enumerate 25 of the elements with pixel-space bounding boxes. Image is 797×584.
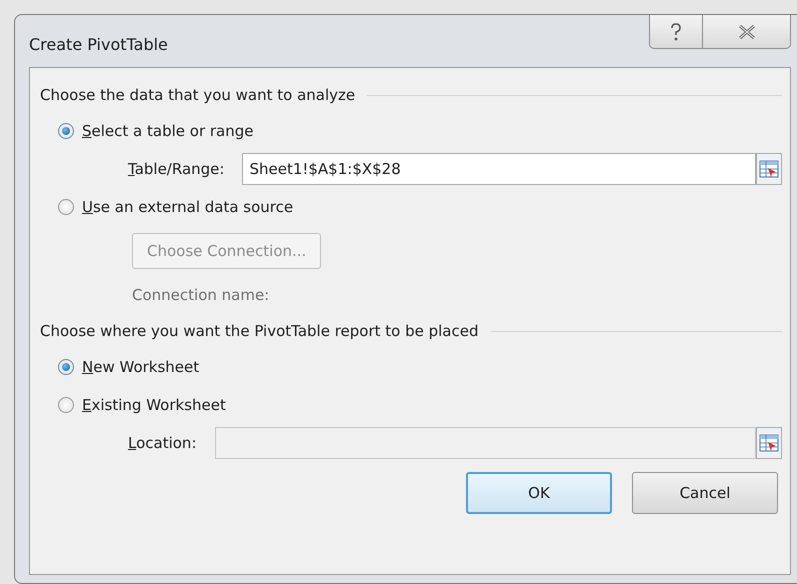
close-icon (738, 24, 756, 40)
radio-label[interactable]: Existing Worksheet (82, 396, 226, 414)
help-button[interactable] (649, 15, 703, 49)
section-heading: Choose the data that you want to analyze (40, 86, 356, 104)
connection-name-label: Connection name: (132, 286, 270, 304)
radio-label[interactable]: Use an external data source (82, 198, 294, 216)
dialog-button[interactable]: Cancel (632, 472, 778, 514)
grid-arrow-icon (759, 160, 779, 178)
range-field[interactable]: Sheet1!$A$1:$X$28 (242, 153, 756, 185)
grid-arrow-icon (759, 434, 779, 452)
radio-button[interactable] (58, 123, 74, 139)
help-icon (669, 22, 683, 42)
section-heading: Choose where you want the PivotTable report to be placed (40, 322, 478, 340)
close-button[interactable] (703, 15, 791, 49)
radio-button[interactable] (58, 397, 74, 413)
radio-label[interactable]: Select a table or range (82, 122, 254, 140)
radio-button[interactable] (58, 199, 74, 215)
field-label: Table/Range: (128, 160, 224, 178)
field-label: Location: (128, 434, 196, 452)
range-picker-button[interactable] (756, 427, 782, 459)
window-title: Create PivotTable (29, 35, 168, 54)
dialog-button[interactable]: OK (466, 472, 612, 514)
range-picker-button[interactable] (756, 153, 782, 185)
radio-label[interactable]: New Worksheet (82, 358, 200, 376)
radio-button[interactable] (58, 359, 74, 375)
